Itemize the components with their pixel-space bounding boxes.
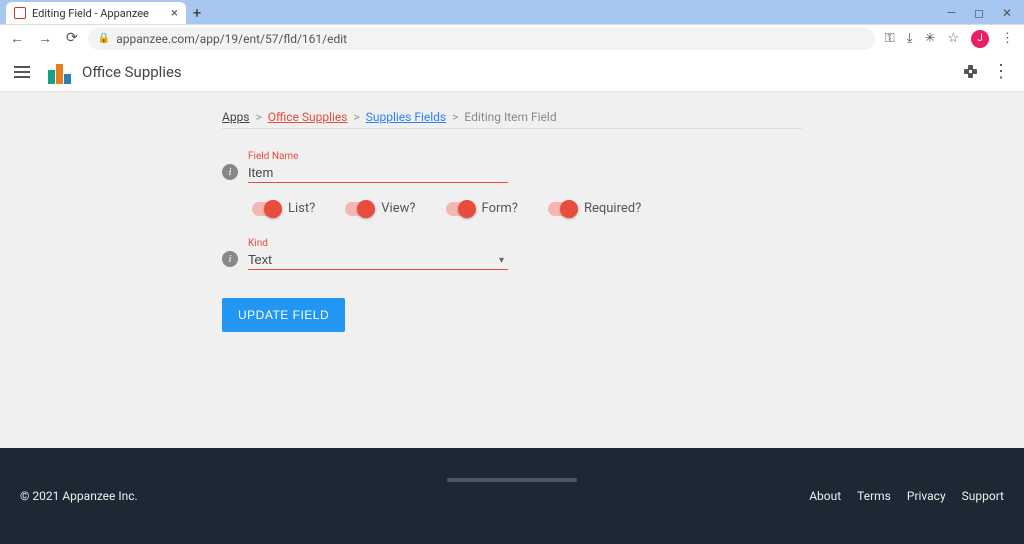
back-icon[interactable]: ← (10, 30, 24, 47)
profile-avatar[interactable]: J (971, 30, 989, 48)
kind-select[interactable] (248, 250, 508, 270)
kind-label: Kind (248, 238, 508, 249)
extensions-icon[interactable]: ✳ (924, 31, 935, 46)
footer-privacy[interactable]: Privacy (907, 489, 946, 503)
menu-icon[interactable]: ⋮ (1001, 31, 1014, 46)
breadcrumb-office-supplies[interactable]: Office Supplies (268, 110, 348, 124)
new-tab-button[interactable]: + (186, 2, 208, 24)
toggle-list[interactable]: List? (252, 201, 315, 216)
breadcrumb-apps[interactable]: Apps (222, 110, 250, 124)
breadcrumb-supplies-fields[interactable]: Supplies Fields (366, 110, 446, 124)
field-name-label: Field Name (248, 151, 508, 162)
copyright: © 2021 Appanzee Inc. (20, 489, 138, 503)
switch-icon (548, 202, 576, 216)
toggle-required[interactable]: Required? (548, 201, 641, 216)
key-icon[interactable]: ⚿ (885, 31, 895, 46)
forward-icon[interactable]: → (38, 30, 52, 47)
more-icon[interactable]: ⋮ (992, 61, 1010, 82)
window-minimize-icon[interactable]: ― (947, 6, 956, 20)
apps-grid-icon[interactable] (964, 65, 978, 79)
hamburger-icon[interactable] (14, 66, 30, 78)
browser-tab[interactable]: Editing Field - Appanzee × (6, 2, 186, 24)
tab-title: Editing Field - Appanzee (32, 7, 149, 20)
app-title: Office Supplies (82, 63, 182, 81)
lock-icon: 🔒 (98, 33, 110, 44)
url-text: appanzee.com/app/19/ent/57/fld/161/edit (116, 32, 347, 46)
chevron-down-icon: ▾ (499, 255, 504, 266)
info-icon[interactable]: i (222, 164, 238, 180)
footer-terms[interactable]: Terms (857, 489, 891, 503)
field-name-input[interactable] (248, 163, 508, 183)
address-bar: ← → ⟳ 🔒 appanzee.com/app/19/ent/57/fld/1… (0, 24, 1024, 52)
breadcrumb: Apps > Office Supplies > Supplies Fields… (222, 110, 802, 129)
footer: © 2021 Appanzee Inc. About Terms Privacy… (0, 448, 1024, 544)
browser-chrome: Editing Field - Appanzee × + ― ◻ ✕ ← → ⟳… (0, 0, 1024, 52)
reload-icon[interactable]: ⟳ (66, 30, 78, 47)
app-header: Office Supplies ⋮ (0, 52, 1024, 92)
url-input[interactable]: 🔒 appanzee.com/app/19/ent/57/fld/161/edi… (88, 28, 875, 50)
star-icon[interactable]: ☆ (947, 31, 959, 46)
info-icon[interactable]: i (222, 251, 238, 267)
toggle-form[interactable]: Form? (446, 201, 518, 216)
window-close-icon[interactable]: ✕ (1002, 6, 1012, 20)
switch-icon (446, 202, 474, 216)
content-area: Apps > Office Supplies > Supplies Fields… (0, 92, 1024, 332)
toggle-row: List? View? Form? Required? (252, 201, 682, 216)
app-logo-icon (48, 60, 72, 84)
breadcrumb-current: Editing Item Field (464, 110, 556, 124)
switch-icon (345, 202, 373, 216)
close-icon[interactable]: × (171, 6, 178, 21)
window-controls: ― ◻ ✕ (947, 2, 1024, 24)
loading-bar (447, 478, 577, 482)
footer-support[interactable]: Support (962, 489, 1004, 503)
favicon-icon (14, 7, 26, 19)
footer-about[interactable]: About (809, 489, 841, 503)
window-maximize-icon[interactable]: ◻ (974, 6, 984, 20)
update-field-button[interactable]: UPDATE FIELD (222, 298, 345, 332)
tab-bar: Editing Field - Appanzee × + ― ◻ ✕ (0, 0, 1024, 24)
install-icon[interactable]: ⤓ (907, 31, 913, 46)
toggle-view[interactable]: View? (345, 201, 415, 216)
switch-icon (252, 202, 280, 216)
